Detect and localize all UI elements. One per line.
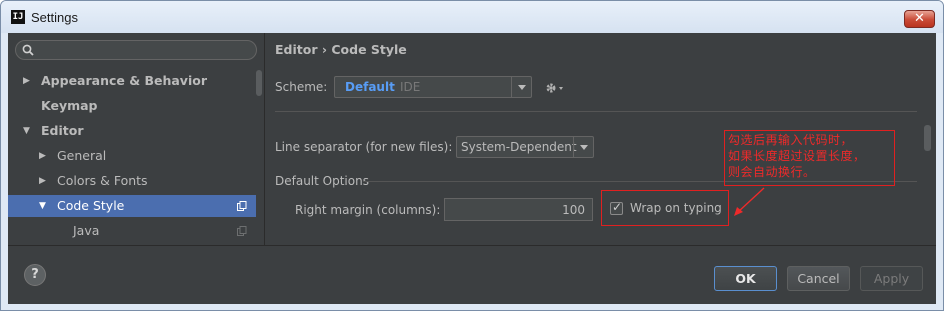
cancel-button[interactable]: Cancel [787, 266, 850, 291]
sidebar-item-label: Java [73, 223, 100, 238]
sidebar-item-label: Appearance & Behavior [41, 73, 207, 88]
line-separator-dropdown[interactable]: System-Dependent [456, 136, 594, 158]
settings-sidebar: ▶ Appearance & Behavior Keymap ▼ Editor … [8, 33, 265, 245]
sidebar-item-code-style[interactable]: ▼ Code Style [8, 195, 256, 217]
footer-divider [8, 245, 936, 246]
breadcrumb: Editor › Code Style [275, 42, 407, 57]
sidebar-scrollbar[interactable] [256, 70, 262, 96]
sidebar-item-editor[interactable]: ▼ Editor [8, 120, 256, 142]
sidebar-item-appearance-behavior[interactable]: ▶ Appearance & Behavior [8, 70, 256, 92]
sidebar-item-colors-fonts[interactable]: ▶ Colors & Fonts [8, 170, 256, 192]
line-separator-label: Line separator (for new files): [275, 140, 453, 154]
annotation-line: 如果长度超过设置长度， [728, 149, 866, 163]
line-separator-value: System-Dependent [461, 140, 577, 154]
project-copy-icon [237, 226, 247, 236]
checkmark-icon: ✓ [612, 200, 623, 214]
dropdown-arrow-icon[interactable] [511, 77, 531, 97]
sidebar-item-label: General [57, 148, 107, 163]
expand-arrow-icon: ▶ [23, 76, 30, 86]
scheme-value: Default [345, 80, 395, 94]
annotation-arrow-icon [734, 187, 765, 216]
project-copy-icon [237, 201, 247, 211]
scheme-dropdown[interactable]: Default IDE [334, 76, 532, 98]
annotation-line: 勾选后再输入代码时， [728, 133, 854, 147]
collapse-arrow-icon: ▼ [23, 126, 30, 136]
divider [275, 111, 917, 112]
title-bar: IJ Settings ✕ [1, 1, 943, 33]
panel-scrollbar[interactable] [924, 125, 931, 151]
intellij-app-icon: IJ [11, 10, 25, 24]
help-button[interactable]: ? [24, 264, 46, 286]
sidebar-item-general[interactable]: ▶ General [8, 145, 256, 167]
wrap-on-typing-highlight-box: ✓ Wrap on typing [601, 190, 729, 226]
sidebar-item-label: Code Style [57, 198, 125, 213]
sidebar-item-label: Editor [41, 123, 84, 138]
sidebar-item-java[interactable]: Java [8, 220, 256, 242]
code-style-panel: Editor › Code Style Scheme: Default IDE … [266, 33, 936, 245]
search-icon [22, 44, 34, 56]
scheme-label: Scheme: [275, 80, 328, 94]
scheme-scope: IDE [400, 80, 421, 94]
expand-arrow-icon: ▶ [39, 176, 46, 186]
close-window-button[interactable]: ✕ [904, 10, 935, 28]
settings-window: IJ Settings ✕ ▶ Appearance & Behavior Ke… [0, 0, 944, 311]
apply-button[interactable]: Apply [860, 266, 923, 291]
wrap-on-typing-checkbox[interactable]: ✓ [610, 200, 623, 215]
annotation-line: 则会自动换行。 [728, 165, 816, 179]
sidebar-item-label: Colors & Fonts [57, 173, 148, 188]
dropdown-arrow-icon[interactable] [573, 137, 593, 157]
default-options-title: Default Options [275, 174, 369, 188]
collapse-arrow-icon: ▼ [39, 201, 46, 211]
annotation-note: 勾选后再输入代码时， 如果长度超过设置长度， 则会自动换行。 [724, 130, 895, 186]
right-margin-label: Right margin (columns): [295, 203, 441, 217]
gear-icon[interactable] [544, 80, 566, 96]
settings-search-input[interactable] [15, 40, 257, 60]
right-margin-input[interactable]: 100 [444, 198, 593, 221]
wrap-on-typing-label[interactable]: Wrap on typing [630, 201, 722, 215]
settings-content: ▶ Appearance & Behavior Keymap ▼ Editor … [8, 33, 936, 304]
expand-arrow-icon: ▶ [39, 151, 46, 161]
sidebar-item-label: Keymap [41, 98, 98, 113]
window-title: Settings [31, 10, 78, 25]
sidebar-item-keymap[interactable]: Keymap [8, 95, 256, 117]
ok-button[interactable]: OK [714, 266, 777, 291]
right-margin-value: 100 [562, 203, 585, 217]
